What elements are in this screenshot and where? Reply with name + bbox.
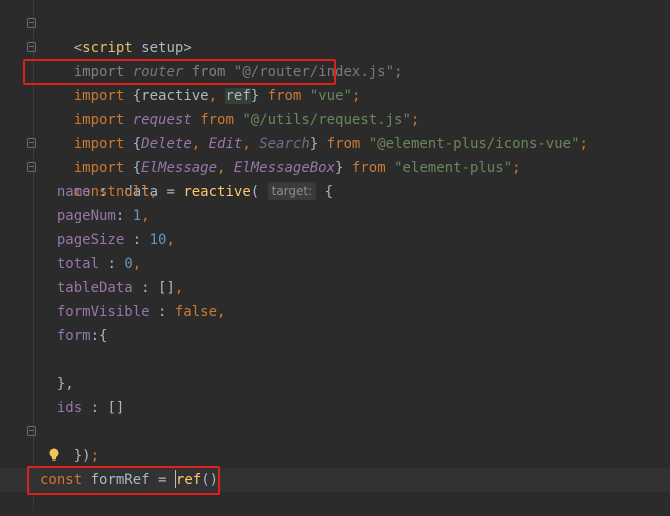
colon: : bbox=[82, 400, 108, 416]
object-key: ids bbox=[56, 400, 83, 416]
code-line-1[interactable]: <script setup> bbox=[0, 12, 670, 56]
comma: , bbox=[166, 232, 175, 248]
object-value: false bbox=[174, 304, 218, 320]
object-key: pageSize bbox=[56, 232, 125, 248]
comma: , bbox=[132, 256, 142, 272]
annotation-highlight-box bbox=[23, 59, 336, 85]
object-key: pageNum bbox=[56, 208, 116, 224]
comma: , bbox=[141, 208, 150, 224]
comma: , bbox=[174, 280, 184, 296]
code-line-19[interactable] bbox=[0, 444, 670, 468]
fold-marker[interactable] bbox=[27, 42, 36, 52]
object-value: 1 bbox=[132, 208, 142, 224]
comma: , bbox=[217, 304, 226, 320]
code-line-12[interactable]: tableData : [], bbox=[0, 276, 670, 300]
object-key: tableData bbox=[56, 280, 133, 296]
lightbulb-icon[interactable] bbox=[48, 447, 60, 463]
colon: : bbox=[99, 256, 125, 272]
fold-marker[interactable] bbox=[27, 426, 36, 436]
object-value: 10 bbox=[149, 232, 167, 248]
code-line-14[interactable]: form:{ bbox=[0, 324, 670, 348]
object-key: total bbox=[56, 256, 100, 272]
object-key: name bbox=[56, 184, 91, 200]
code-line-11[interactable]: total : 0, bbox=[0, 252, 670, 276]
object-value: 0 bbox=[124, 256, 133, 272]
code-line-10[interactable]: pageSize : 10, bbox=[0, 228, 670, 252]
code-line-9[interactable]: pageNum: 1, bbox=[0, 204, 670, 228]
brace-close: }, bbox=[56, 376, 74, 392]
code-line-15[interactable] bbox=[0, 348, 670, 372]
code-line-5[interactable]: import {Delete, Edit, Search} from "@ele… bbox=[0, 108, 670, 152]
colon: : bbox=[149, 304, 175, 320]
comma: , bbox=[149, 184, 159, 200]
fold-marker[interactable] bbox=[27, 138, 36, 148]
fold-marker[interactable] bbox=[27, 162, 36, 172]
colon: : bbox=[124, 232, 150, 248]
colon: : bbox=[90, 328, 100, 344]
colon: : bbox=[90, 184, 116, 200]
colon: : bbox=[132, 280, 159, 296]
object-value: null bbox=[115, 184, 150, 200]
object-key: form bbox=[56, 328, 91, 344]
code-line-18[interactable]: }); bbox=[0, 420, 670, 464]
object-value: [] bbox=[158, 280, 175, 296]
annotation-highlight-box bbox=[27, 466, 220, 495]
colon: : bbox=[115, 208, 133, 224]
code-line-17[interactable]: ids : [] bbox=[0, 396, 670, 420]
fold-marker[interactable] bbox=[27, 18, 36, 28]
code-line-6[interactable]: import {ElMessage, ElMessageBox} from "e… bbox=[0, 132, 670, 176]
object-value: [] bbox=[107, 400, 125, 416]
code-line-13[interactable]: formVisible : false, bbox=[0, 300, 670, 324]
code-line-7[interactable]: const data = reactive( target: { bbox=[0, 156, 670, 200]
brace-open: { bbox=[99, 328, 108, 344]
code-line-8[interactable]: name : null, bbox=[0, 180, 670, 204]
object-key: formVisible bbox=[56, 304, 150, 320]
code-line-16[interactable]: }, bbox=[0, 372, 670, 396]
code-line-4[interactable]: import request from "@/utils/request.js"… bbox=[0, 84, 670, 128]
code-line-2[interactable]: import router from "@/router/index.js"; bbox=[0, 36, 670, 80]
